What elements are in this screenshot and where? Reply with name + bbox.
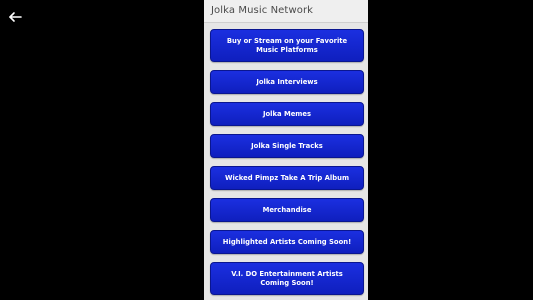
trash-icon[interactable] <box>374 293 383 300</box>
menu-button-label: Jolka Single Tracks <box>251 141 323 150</box>
menu-button-merchandise[interactable]: Merchandise <box>210 198 364 222</box>
menu-button-label: Merchandise <box>262 205 312 214</box>
menu-button-label: V.I. DO Entertainment Artists Coming Soo… <box>231 269 343 287</box>
menu-button-single-tracks[interactable]: Jolka Single Tracks <box>210 134 364 158</box>
tune-icon[interactable] <box>251 293 260 300</box>
menu-button-interviews[interactable]: Jolka Interviews <box>210 70 364 94</box>
screen: Jolka Music Network Buy or Stream on you… <box>0 0 533 300</box>
menu-button-label: Jolka Interviews <box>256 77 318 86</box>
menu-button-album[interactable]: Wicked Pimpz Take A Trip Album <box>210 166 364 190</box>
menu-button-label: Buy or Stream on your Favorite Music Pla… <box>226 36 348 54</box>
menu-button-memes[interactable]: Jolka Memes <box>210 102 364 126</box>
menu-button-label: Highlighted Artists Coming Soon! <box>222 237 352 246</box>
app-title: Jolka Music Network <box>211 5 314 16</box>
menu-button-highlighted-artists[interactable]: Highlighted Artists Coming Soon! <box>210 230 364 254</box>
menu-button-vido-artists[interactable]: V.I. DO Entertainment Artists Coming Soo… <box>210 262 364 295</box>
compass-icon[interactable] <box>312 293 321 300</box>
menu-button-label: Wicked Pimpz Take A Trip Album <box>224 173 350 182</box>
menu-list: Buy or Stream on your Favorite Music Pla… <box>210 29 364 300</box>
menu-button-buy-stream[interactable]: Buy or Stream on your Favorite Music Pla… <box>210 29 364 62</box>
app-title-bar: Jolka Music Network <box>204 0 368 23</box>
menu-button-label: Jolka Memes <box>262 109 312 118</box>
share-icon[interactable] <box>190 293 199 300</box>
back-arrow-icon[interactable] <box>6 8 24 26</box>
app-screen: Jolka Music Network Buy or Stream on you… <box>204 0 368 300</box>
